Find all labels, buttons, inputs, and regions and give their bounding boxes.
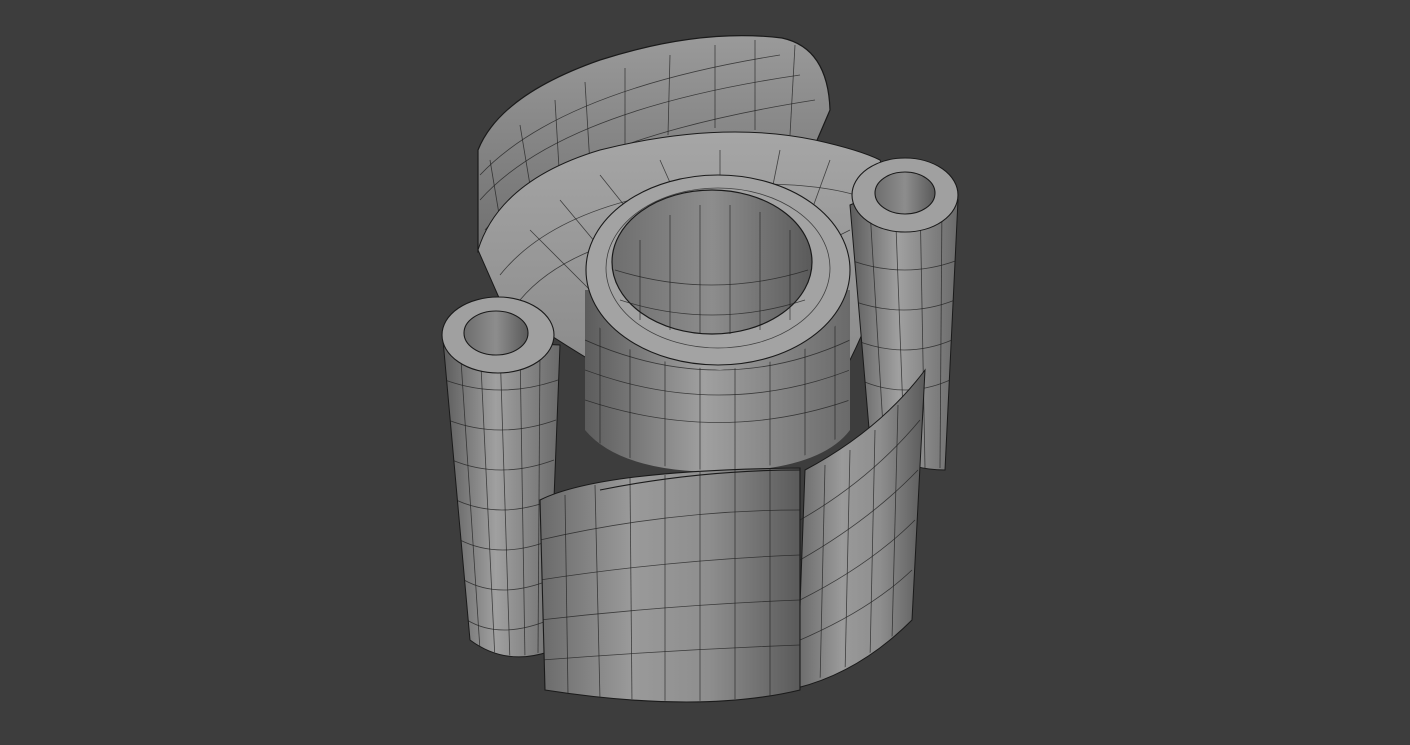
right-hole	[874, 171, 936, 215]
center-bore	[611, 189, 813, 335]
front-block	[539, 467, 801, 703]
3d-viewport[interactable]	[0, 0, 1410, 745]
left-hole	[463, 310, 529, 356]
mesh-render	[441, 35, 959, 703]
